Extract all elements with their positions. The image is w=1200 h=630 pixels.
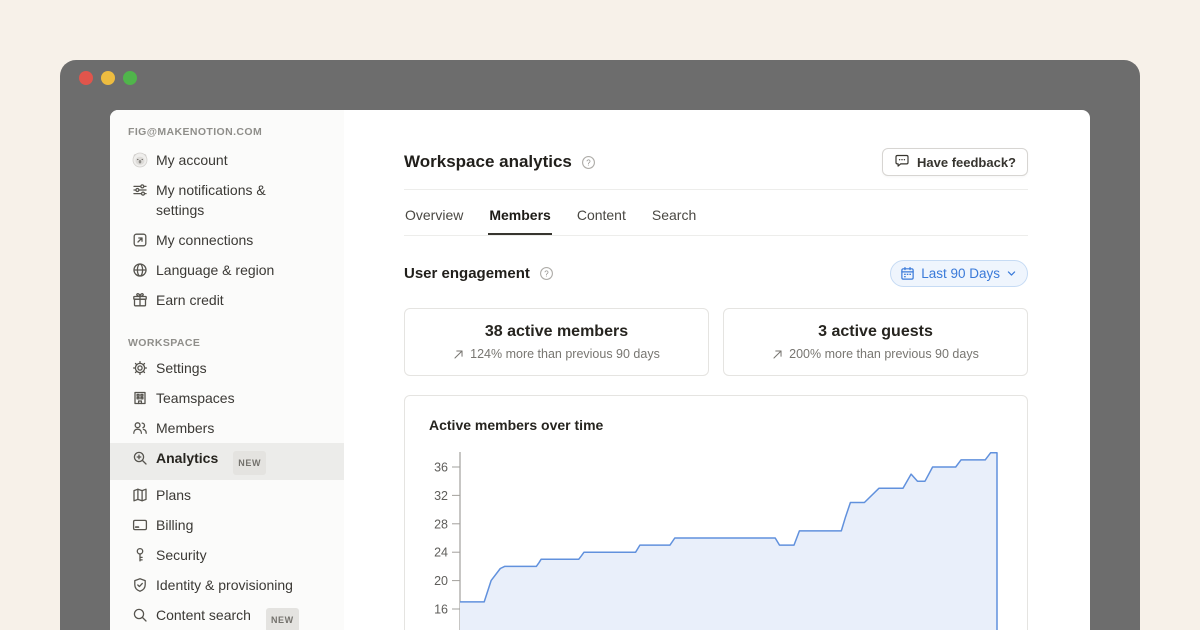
help-icon[interactable]: ? — [581, 155, 596, 170]
sidebar-item-my-account[interactable]: My account — [110, 145, 344, 175]
sidebar-item-my-connections[interactable]: My connections — [110, 225, 344, 255]
sidebar-item-label: Members — [156, 418, 214, 438]
sidebar-item-label: Settings — [156, 358, 207, 378]
app-window: FIG@MAKENOTION.COM My account My notifica… — [60, 60, 1140, 630]
page-header: Workspace analytics ? Have feedback? — [404, 148, 1028, 176]
sidebar-item-label: Analytics — [156, 448, 218, 468]
sidebar-item-analytics[interactable]: Analytics NEW — [110, 443, 344, 480]
stat-delta: 200% more than previous 90 days — [772, 347, 979, 361]
magnifier-icon — [132, 607, 148, 623]
svg-text:20: 20 — [434, 574, 448, 588]
credit-card-icon — [132, 517, 148, 533]
help-icon[interactable]: ? — [539, 266, 554, 281]
workspace-section: Settings Teamspaces Members Analytics NEW Pla… — [110, 353, 344, 630]
workspace-section-header: WORKSPACE — [110, 337, 344, 353]
chevron-down-icon — [1006, 268, 1017, 279]
account-section: My account My notifications & settings My … — [110, 145, 344, 315]
sidebar-item-plans[interactable]: Plans — [110, 480, 344, 510]
svg-text:16: 16 — [434, 603, 448, 617]
stat-card-3-active-guests: 3 active guests 200% more than previous 9… — [723, 308, 1028, 376]
trend-up-icon — [453, 349, 464, 360]
sidebar-item-label: Identity & provisioning — [156, 575, 293, 595]
svg-text:36: 36 — [434, 461, 448, 475]
tab-members[interactable]: Members — [488, 190, 551, 235]
sidebar-item-my-notifications-settings[interactable]: My notifications & settings — [110, 175, 344, 225]
globe-icon — [132, 262, 148, 278]
settings-dialog: FIG@MAKENOTION.COM My account My notifica… — [110, 110, 1090, 630]
sidebar-item-settings[interactable]: Settings — [110, 353, 344, 383]
sidebar-item-label: Security — [156, 545, 207, 565]
gift-icon — [132, 292, 148, 308]
svg-text:28: 28 — [434, 517, 448, 531]
tab-search[interactable]: Search — [651, 190, 697, 235]
sidebar-item-label: Plans — [156, 485, 191, 505]
magnifier-plus-icon — [132, 450, 148, 466]
sidebar-item-label: My notifications & settings — [156, 180, 306, 220]
stat-value: 38 active members — [485, 323, 628, 341]
window-titlebar — [60, 60, 1140, 110]
new-badge: NEW — [233, 451, 266, 475]
sidebar-item-teamspaces[interactable]: Teamspaces — [110, 383, 344, 413]
members-over-time-card: Active members over time 16 20 24 28 32 36 — [404, 395, 1028, 630]
gear-icon — [132, 360, 148, 376]
sidebar-item-billing[interactable]: Billing — [110, 510, 344, 540]
key-icon — [132, 547, 148, 563]
sidebar-item-label: Teamspaces — [156, 388, 235, 408]
stat-delta-text: 124% more than previous 90 days — [470, 347, 660, 361]
svg-text:24: 24 — [434, 546, 448, 560]
shield-check-icon — [132, 577, 148, 593]
engagement-header: User engagement ? Last 90 Days — [404, 259, 1028, 287]
svg-text:?: ? — [544, 269, 549, 278]
sidebar-item-label: Earn credit — [156, 290, 224, 310]
trend-up-icon — [772, 349, 783, 360]
analytics-tabs: Overview Members Content Search — [404, 190, 1028, 236]
sidebar-item-earn-credit[interactable]: Earn credit — [110, 285, 344, 315]
page-title: Workspace analytics — [404, 152, 572, 172]
feedback-bubble-icon — [894, 153, 910, 172]
have-feedback-button[interactable]: Have feedback? — [882, 148, 1028, 176]
zoom-window-button[interactable] — [123, 71, 137, 85]
arrow-up-right-box-icon — [132, 232, 148, 248]
sidebar-item-security[interactable]: Security — [110, 540, 344, 570]
new-badge: NEW — [266, 608, 299, 630]
analytics-content: Workspace analytics ? Have feedback? Ove… — [344, 110, 1090, 630]
sidebar-item-content-search[interactable]: Content search NEW — [110, 600, 344, 630]
map-icon — [132, 487, 148, 503]
svg-text:?: ? — [586, 158, 591, 167]
sidebar-item-label: Billing — [156, 515, 193, 535]
stat-delta: 124% more than previous 90 days — [453, 347, 660, 361]
date-range-filter[interactable]: Last 90 Days — [890, 260, 1028, 287]
calendar-icon — [900, 266, 915, 281]
stat-card-38-active-members: 38 active members 124% more than previous… — [404, 308, 709, 376]
sidebar-item-language-region[interactable]: Language & region — [110, 255, 344, 285]
tab-overview[interactable]: Overview — [404, 190, 464, 235]
svg-text:32: 32 — [434, 489, 448, 503]
section-title: User engagement — [404, 265, 530, 282]
avatar-icon — [132, 152, 148, 168]
sidebar-item-identity-provisioning[interactable]: Identity & provisioning — [110, 570, 344, 600]
sidebar-item-label: My connections — [156, 230, 253, 250]
account-email-header: FIG@MAKENOTION.COM — [110, 126, 344, 145]
sliders-icon — [132, 182, 148, 198]
close-window-button[interactable] — [79, 71, 93, 85]
building-icon — [132, 390, 148, 406]
sidebar-item-members[interactable]: Members — [110, 413, 344, 443]
tab-content[interactable]: Content — [576, 190, 627, 235]
sidebar-item-label: Content search — [156, 605, 251, 625]
stat-delta-text: 200% more than previous 90 days — [789, 347, 979, 361]
minimize-window-button[interactable] — [101, 71, 115, 85]
people-icon — [132, 420, 148, 436]
sidebar-item-label: My account — [156, 150, 228, 170]
sidebar-item-label: Language & region — [156, 260, 274, 280]
stat-cards: 38 active members 124% more than previous… — [404, 308, 1028, 376]
settings-sidebar: FIG@MAKENOTION.COM My account My notifica… — [110, 110, 344, 630]
stat-value: 3 active guests — [818, 323, 933, 341]
chart-title: Active members over time — [405, 396, 1027, 433]
